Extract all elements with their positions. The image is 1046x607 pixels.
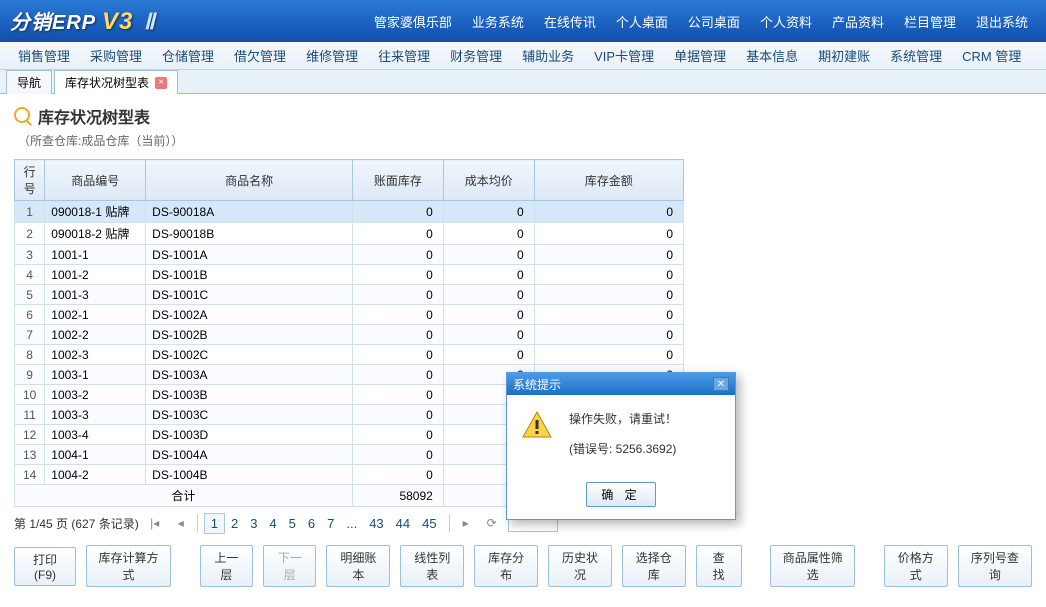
menu-CRM 管理[interactable]: CRM 管理 [952,46,1031,65]
select-warehouse-button[interactable]: 选择仓库 [622,545,686,587]
detail-ledger-button[interactable]: 明细账本 [326,545,390,587]
total-label: 合计 [15,485,353,507]
close-icon[interactable]: ✕ [713,377,729,391]
up-level-button[interactable]: 上一层 [200,545,253,587]
tab-close-icon[interactable]: × [155,77,167,89]
pager-prev-icon[interactable]: ◂ [171,513,191,533]
menu-期初建账[interactable]: 期初建账 [808,46,880,65]
pager-pages: 1234567...434445 [204,516,443,531]
table-row[interactable]: 71002-2DS-1002B000 [15,325,684,345]
topnav-个人资料[interactable]: 个人资料 [752,8,820,35]
topnav-产品资料[interactable]: 产品资料 [824,8,892,35]
menu-bar: 销售管理采购管理仓储管理借欠管理维修管理往来管理财务管理辅助业务VIP卡管理单据… [0,42,1046,70]
table-row[interactable]: 2090018-2 贴牌DS-90018B000 [15,223,684,245]
dialog-title: 系统提示 [513,376,561,393]
menu-辅助业务[interactable]: 辅助业务 [512,46,584,65]
price-mode-button[interactable]: 价格方式 [884,545,948,587]
warning-icon [521,409,553,441]
print-button[interactable]: 打印(F9) [14,547,76,586]
page-1[interactable]: 1 [204,513,225,534]
col-商品编号[interactable]: 商品编号 [45,160,146,201]
dialog-error-code: (错误号: 5256.3692) [569,439,677,461]
menu-单据管理[interactable]: 单据管理 [664,46,736,65]
top-nav: 管家婆俱乐部业务系统在线传讯个人桌面公司桌面个人资料产品资料栏目管理退出系统 [366,8,1036,35]
logo-suffix: Ⅱ [144,9,156,34]
page-5[interactable]: 5 [283,514,302,533]
ok-button[interactable]: 确 定 [586,482,655,507]
topnav-栏目管理[interactable]: 栏目管理 [896,8,964,35]
topnav-个人桌面[interactable]: 个人桌面 [608,8,676,35]
pager-info: 第 1/45 页 (627 条记录) [14,515,139,532]
page-43[interactable]: 43 [363,514,389,533]
topnav-退出系统[interactable]: 退出系统 [968,8,1036,35]
dialog-message: 操作失败，请重试！ [569,409,677,431]
page-3[interactable]: 3 [244,514,263,533]
menu-销售管理[interactable]: 销售管理 [8,46,80,65]
col-商品名称[interactable]: 商品名称 [146,160,353,201]
pager-next-icon[interactable]: ▸ [456,513,476,533]
table-row[interactable]: 31001-1DS-1001A000 [15,245,684,265]
menu-往来管理[interactable]: 往来管理 [368,46,440,65]
table-row[interactable]: 41001-2DS-1001B000 [15,265,684,285]
menu-VIP卡管理[interactable]: VIP卡管理 [584,46,664,65]
dialog-header[interactable]: 系统提示 ✕ [507,373,735,395]
total-qty: 58092 [353,485,444,507]
attr-filter-button[interactable]: 商品属性筛选 [770,545,855,587]
pager-refresh-icon[interactable]: ⟳ [482,513,502,533]
toolbar: 打印(F9) 库存计算方式 上一层 下一层 明细账本 线性列表 库存分布 历史状… [14,539,1032,593]
calc-method-button[interactable]: 库存计算方式 [86,545,171,587]
logo-version: V3 [102,8,133,35]
menu-采购管理[interactable]: 采购管理 [80,46,152,65]
page-2[interactable]: 2 [225,514,244,533]
table-row[interactable]: 61002-1DS-1002A000 [15,305,684,325]
topnav-在线传讯[interactable]: 在线传讯 [536,8,604,35]
page-7[interactable]: 7 [321,514,340,533]
menu-基本信息[interactable]: 基本信息 [736,46,808,65]
linear-list-button[interactable]: 线性列表 [400,545,464,587]
page-4[interactable]: 4 [263,514,282,533]
find-button[interactable]: 查 找 [696,545,742,587]
col-行号[interactable]: 行号 [15,160,45,201]
topnav-公司桌面[interactable]: 公司桌面 [680,8,748,35]
menu-仓储管理[interactable]: 仓储管理 [152,46,224,65]
topnav-业务系统[interactable]: 业务系统 [464,8,532,35]
table-row[interactable]: 81002-3DS-1002C000 [15,345,684,365]
table-row[interactable]: 51001-3DS-1001C000 [15,285,684,305]
col-库存金额[interactable]: 库存金额 [534,160,683,201]
tab-导航[interactable]: 导航 [6,70,52,94]
system-alert-dialog: 系统提示 ✕ 操作失败，请重试！ (错误号: 5256.3692) 确 定 [506,372,736,520]
history-button[interactable]: 历史状况 [548,545,612,587]
topnav-管家婆俱乐部[interactable]: 管家婆俱乐部 [366,8,460,35]
tab-bar: 导航库存状况树型表× [0,70,1046,94]
col-成本均价[interactable]: 成本均价 [443,160,534,201]
stock-dist-button[interactable]: 库存分布 [474,545,538,587]
app-logo: 分销ERP V3 Ⅱ [10,6,156,36]
col-账面库存[interactable]: 账面库存 [353,160,444,201]
pager-first-icon[interactable]: |◂ [145,513,165,533]
page-title: 库存状况树型表 [38,104,150,128]
down-level-button: 下一层 [263,545,316,587]
search-icon [14,107,32,125]
page-45[interactable]: 45 [416,514,442,533]
page-44[interactable]: 44 [390,514,416,533]
logo-text: 分销ERP [10,12,95,34]
menu-财务管理[interactable]: 财务管理 [440,46,512,65]
menu-维修管理[interactable]: 维修管理 [296,46,368,65]
tab-库存状况树型表[interactable]: 库存状况树型表× [54,70,178,94]
page-6[interactable]: 6 [302,514,321,533]
page-...: ... [340,514,363,533]
table-row[interactable]: 1090018-1 贴牌DS-90018A000 [15,201,684,223]
menu-借欠管理[interactable]: 借欠管理 [224,46,296,65]
top-bar: 分销ERP V3 Ⅱ 管家婆俱乐部业务系统在线传讯个人桌面公司桌面个人资料产品资… [0,0,1046,42]
serial-query-button[interactable]: 序列号查询 [958,545,1032,587]
page-subtitle: （所查仓库:成品仓库（当前）） [18,132,1032,149]
menu-系统管理[interactable]: 系统管理 [880,46,952,65]
